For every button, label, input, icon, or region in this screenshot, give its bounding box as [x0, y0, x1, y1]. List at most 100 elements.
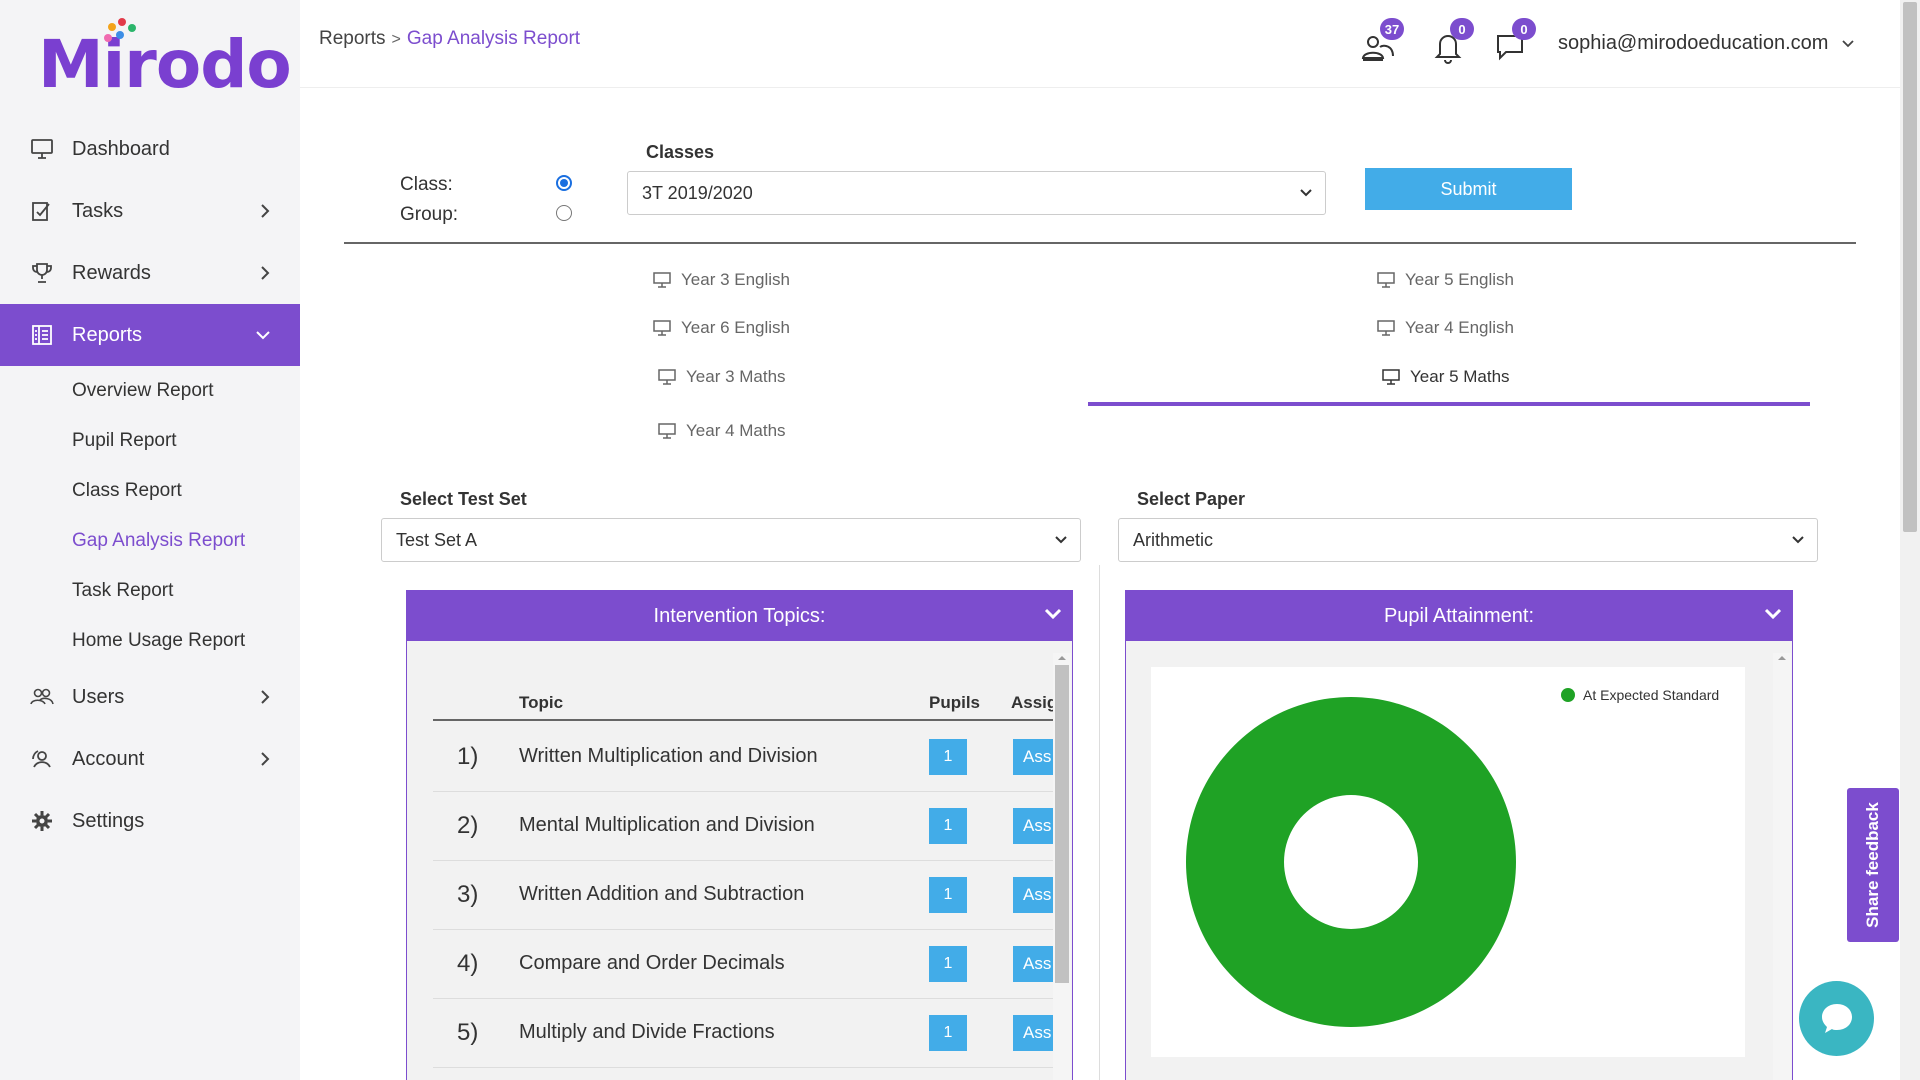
column-pupils: Pupils [929, 693, 981, 712]
sidebar-item-users[interactable]: Users [0, 666, 300, 728]
pupils-count-button[interactable]: 1 [929, 739, 967, 775]
sidebar-sub-pupil-report[interactable]: Pupil Report [0, 416, 300, 466]
paper-value: Arithmetic [1133, 529, 1214, 550]
chevron-down-icon[interactable] [1764, 607, 1782, 621]
messages-button[interactable]: 0 [1492, 18, 1536, 64]
users-badge: 37 [1380, 18, 1404, 40]
sidebar-sub-class-report[interactable]: Class Report [0, 466, 300, 516]
sidebar-sub-gap-analysis-report[interactable]: Gap Analysis Report [0, 516, 300, 566]
page-scrollbar-thumb[interactable] [1903, 2, 1917, 532]
sidebar-nav: Dashboard Tasks Rewards Reports Overview… [0, 118, 300, 852]
pupils-count-button[interactable]: 1 [929, 808, 967, 844]
row-topic: Multiply and Divide Fractions [519, 1021, 775, 1043]
tasks-icon [30, 199, 54, 223]
messages-badge: 0 [1512, 18, 1536, 40]
account-icon [30, 747, 54, 771]
sidebar-item-label: Users [72, 685, 125, 708]
tab-year-5-maths[interactable]: Year 5 Maths [1382, 367, 1510, 387]
chat-bubble-icon [1821, 1003, 1852, 1033]
chevron-down-icon[interactable] [1044, 607, 1062, 621]
sidebar-item-reports[interactable]: Reports [0, 304, 300, 366]
tab-year-6-english[interactable]: Year 6 English [653, 318, 790, 338]
tab-year-5-english[interactable]: Year 5 English [1377, 270, 1514, 290]
sidebar-sub-home-usage-report[interactable]: Home Usage Report [0, 616, 300, 666]
sidebar: Mirodo Dashboard Tasks Rewards Reports O… [0, 0, 300, 1080]
chart-legend[interactable]: At Expected Standard [1561, 687, 1719, 703]
chevron-right-icon [261, 204, 270, 218]
row-topic: Compare and Order Decimals [519, 952, 785, 974]
sidebar-item-account[interactable]: Account [0, 728, 300, 790]
test-set-value: Test Set A [396, 529, 478, 550]
intervention-title: Intervention Topics: [653, 604, 826, 627]
breadcrumb-separator: > [391, 31, 401, 48]
paper-select[interactable]: Arithmetic [1118, 518, 1818, 562]
column-topic: Topic [519, 693, 564, 712]
row-topic: Mental Multiplication and Division [519, 814, 815, 836]
intervention-panel-header[interactable]: Intervention Topics: [407, 591, 1072, 641]
table-row: 3) Written Addition and Subtraction 1 As… [433, 861, 1059, 930]
sidebar-item-dashboard[interactable]: Dashboard [0, 118, 300, 180]
sidebar-item-label: Account [72, 747, 145, 770]
chevron-right-icon [261, 690, 270, 704]
test-set-select[interactable]: Test Set A [381, 518, 1081, 562]
user-email: sophia@mirodoeducation.com [1558, 32, 1829, 54]
monitor-icon [1377, 320, 1395, 336]
submit-button[interactable]: Submit [1365, 168, 1572, 210]
breadcrumb-reports[interactable]: Reports [319, 28, 386, 49]
tab-label: Year 6 English [681, 318, 791, 337]
scroll-up-icon[interactable] [1773, 653, 1791, 663]
scroll-up-icon[interactable] [1053, 653, 1071, 663]
breadcrumb-current: Gap Analysis Report [406, 28, 581, 49]
tab-year-4-maths[interactable]: Year 4 Maths [658, 421, 786, 441]
classes-select[interactable]: 3T 2019/2020 [627, 171, 1326, 215]
sidebar-item-label: Tasks [72, 199, 124, 222]
sidebar-item-rewards[interactable]: Rewards [0, 242, 300, 304]
sidebar-item-tasks[interactable]: Tasks [0, 180, 300, 242]
sidebar-sub-overview-report[interactable]: Overview Report [0, 366, 300, 416]
monitor-icon [653, 272, 671, 288]
breadcrumb: Reports > Gap Analysis Report [319, 28, 580, 50]
tab-year-3-maths[interactable]: Year 3 Maths [658, 367, 786, 387]
attainment-chart: At Expected Standard [1151, 667, 1745, 1057]
users-alert-button[interactable]: 37 [1360, 18, 1404, 64]
pupils-count-button[interactable]: 1 [929, 1015, 967, 1051]
tab-year-4-english[interactable]: Year 4 English [1377, 318, 1514, 338]
intervention-scrollbar[interactable] [1053, 653, 1071, 1080]
tab-label: Year 4 English [1405, 318, 1515, 337]
attainment-title: Pupil Attainment: [1383, 604, 1535, 627]
sidebar-item-settings[interactable]: Settings [0, 790, 300, 852]
active-tab-underline [1088, 402, 1810, 406]
group-radio[interactable] [556, 205, 572, 221]
donut-slice-at-expected-standard[interactable] [1185, 697, 1516, 1027]
page-scrollbar[interactable] [1900, 0, 1920, 1080]
column-assign: Assig [1011, 693, 1058, 712]
sidebar-sub-task-report[interactable]: Task Report [0, 566, 300, 616]
attainment-scrollbar[interactable] [1773, 653, 1791, 1080]
class-radio[interactable] [556, 175, 572, 191]
notifications-button[interactable]: 0 [1430, 18, 1474, 64]
tab-year-3-english[interactable]: Year 3 English [653, 270, 790, 290]
monitor-icon [658, 369, 676, 385]
intervention-panel-body: Topic Pupils Assig 1) Written Multiplica… [407, 641, 1072, 1080]
intervention-scrollbar-thumb[interactable] [1055, 665, 1069, 983]
class-label: Class: [400, 174, 453, 195]
trophy-icon [30, 261, 54, 285]
tab-label: Year 4 Maths [686, 421, 786, 440]
sidebar-item-label: Settings [72, 809, 145, 832]
table-row: 4) Compare and Order Decimals 1 Ass [433, 930, 1059, 999]
notifications-badge: 0 [1450, 18, 1474, 40]
pupils-count-button[interactable]: 1 [929, 946, 967, 982]
mirodo-logo[interactable]: Mirodo [38, 18, 292, 103]
chevron-down-icon [1055, 536, 1067, 544]
attainment-panel: Pupil Attainment: At Expected Standard [1125, 590, 1793, 1080]
intervention-table-header: Topic Pupils Assig [433, 681, 1059, 721]
share-feedback-tab[interactable]: Share feedback [1847, 788, 1899, 942]
chevron-right-icon [261, 266, 270, 280]
chat-widget-button[interactable] [1799, 981, 1874, 1056]
panel-separator [1099, 565, 1100, 1080]
pupils-count-button[interactable]: 1 [929, 877, 967, 913]
sidebar-item-label: Dashboard [72, 137, 170, 160]
user-menu[interactable]: sophia@mirodoeducation.com [1558, 32, 1854, 55]
row-topic: Written Multiplication and Division [519, 745, 818, 767]
attainment-panel-header[interactable]: Pupil Attainment: [1126, 591, 1792, 641]
